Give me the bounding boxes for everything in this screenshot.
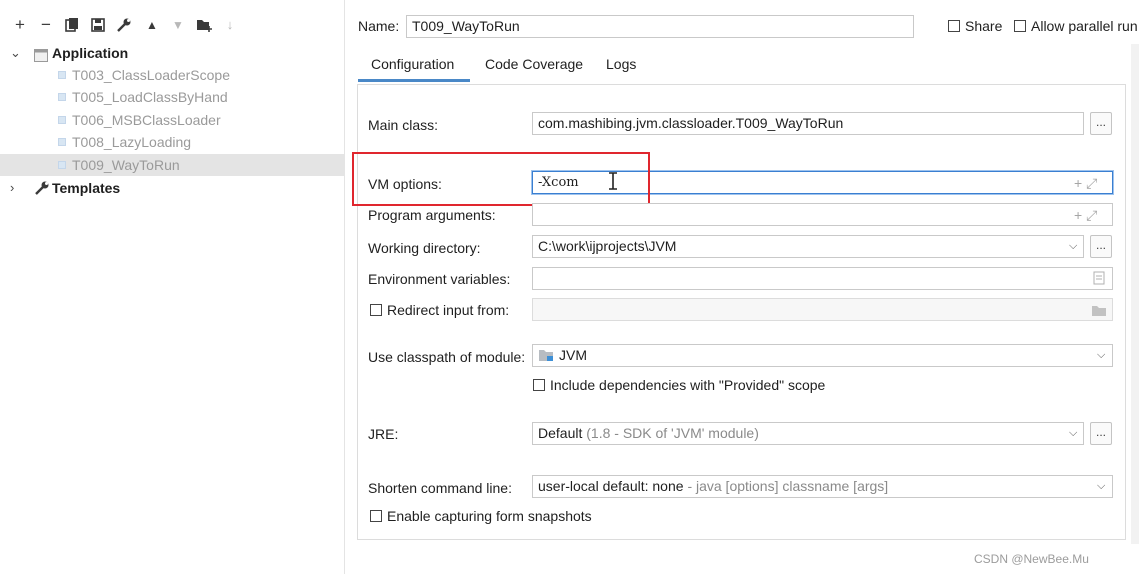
- chevron-down-icon[interactable]: ⌵: [1069, 427, 1077, 440]
- classpath-module-dropdown[interactable]: JVM: [532, 344, 1113, 367]
- allow-parallel-run-checkbox[interactable]: [1014, 20, 1026, 32]
- include-dependencies-checkbox[interactable]: [533, 379, 545, 391]
- run-config-icon: [57, 137, 67, 147]
- jre-dropdown[interactable]: Default (1.8 - SDK of 'JVM' module): [532, 422, 1084, 445]
- tree-item-t008[interactable]: T008_LazyLoading: [0, 131, 344, 153]
- allow-parallel-run-label: Allow parallel run: [1031, 18, 1138, 34]
- tree-item-t003[interactable]: T003_ClassLoaderScope: [0, 64, 344, 86]
- save-icon[interactable]: [88, 14, 108, 36]
- enable-capturing-snapshots-checkbox[interactable]: [370, 510, 382, 522]
- program-arguments-input[interactable]: [532, 203, 1113, 226]
- tree-label-application: Application: [52, 45, 129, 61]
- wrench-icon: [34, 180, 50, 202]
- tree-item-label: T009_WayToRun: [72, 157, 180, 173]
- redirect-input-checkbox[interactable]: [370, 304, 382, 316]
- scrollbar[interactable]: [1131, 44, 1139, 544]
- program-arguments-label: Program arguments:: [368, 207, 496, 223]
- tab-configuration[interactable]: Configuration: [371, 56, 454, 72]
- run-config-icon: [57, 92, 67, 102]
- classpath-module-label: Use classpath of module:: [368, 349, 526, 365]
- shorten-command-line-dropdown[interactable]: user-local default: none - java [options…: [532, 475, 1113, 498]
- jre-value: Default: [538, 425, 583, 441]
- tree-item-label: T003_ClassLoaderScope: [72, 67, 230, 83]
- module-folder-icon: [538, 349, 554, 365]
- edit-env-vars-icon[interactable]: [1093, 271, 1105, 288]
- sort-icon[interactable]: ↓: [220, 14, 240, 36]
- tree-node-application[interactable]: ⌄ Application: [0, 42, 344, 64]
- remove-icon[interactable]: −: [36, 14, 56, 36]
- name-label: Name:: [358, 18, 400, 34]
- tab-code-coverage[interactable]: Code Coverage: [485, 56, 583, 72]
- working-directory-input[interactable]: C:\work\ijprojects\JVM: [532, 235, 1084, 258]
- tree-node-templates[interactable]: › Templates: [0, 177, 344, 199]
- watermark: CSDN @NewBee.Mu: [974, 552, 1089, 566]
- run-config-icon: [57, 160, 67, 170]
- working-directory-browse-button[interactable]: ...: [1090, 235, 1112, 258]
- jre-hint: (1.8 - SDK of 'JVM' module): [586, 425, 759, 441]
- move-up-icon[interactable]: ▲: [142, 14, 162, 36]
- tree-item-t005[interactable]: T005_LoadClassByHand: [0, 86, 344, 108]
- expand-field-icon[interactable]: + ⤢: [1074, 176, 1097, 190]
- run-config-icon: [57, 70, 67, 80]
- name-input[interactable]: T009_WayToRun: [406, 15, 914, 38]
- share-checkbox[interactable]: [948, 20, 960, 32]
- chevron-down-icon[interactable]: ⌵: [1069, 240, 1077, 253]
- chevron-right-icon[interactable]: ›: [10, 177, 24, 199]
- main-class-browse-button[interactable]: ...: [1090, 112, 1112, 135]
- copy-icon[interactable]: [62, 14, 82, 36]
- environment-variables-input[interactable]: [532, 267, 1113, 290]
- jre-label: JRE:: [368, 426, 399, 442]
- main-class-input[interactable]: com.mashibing.jvm.classloader.T009_WayTo…: [532, 112, 1084, 135]
- include-dependencies-label: Include dependencies with "Provided" sco…: [550, 377, 826, 393]
- active-tab-underline: [358, 79, 470, 82]
- highlight-annotation-box: [352, 152, 650, 206]
- run-config-editor: Name: T009_WayToRun Share Allow parallel…: [344, 0, 1143, 574]
- tree-label-templates: Templates: [52, 180, 121, 196]
- tree-item-t009-selected[interactable]: T009_WayToRun: [0, 154, 344, 176]
- enable-capturing-snapshots-label: Enable capturing form snapshots: [387, 508, 592, 524]
- tree-item-label: T008_LazyLoading: [72, 134, 192, 150]
- move-down-icon[interactable]: ▼: [168, 14, 188, 36]
- redirect-input-field[interactable]: [532, 298, 1113, 321]
- run-config-tree-panel: + − ▲ ▼ ↓ ⌄ Application T003_ClassLoader…: [0, 0, 345, 574]
- shorten-hint: - java [options] classname [args]: [687, 478, 889, 494]
- add-icon[interactable]: +: [10, 14, 30, 36]
- shorten-value: user-local default: none: [538, 478, 684, 494]
- run-config-icon: [57, 115, 67, 125]
- tree-item-t006[interactable]: T006_MSBClassLoader: [0, 109, 344, 131]
- chevron-down-icon[interactable]: ⌵: [1097, 480, 1105, 493]
- chevron-down-icon[interactable]: ⌄: [10, 42, 24, 64]
- tree-item-label: T006_MSBClassLoader: [72, 112, 221, 128]
- shorten-command-line-label: Shorten command line:: [368, 480, 512, 496]
- edit-templates-icon[interactable]: [114, 14, 134, 36]
- main-class-label: Main class:: [368, 117, 439, 133]
- expand-field-icon[interactable]: + ⤢: [1074, 208, 1097, 222]
- working-directory-label: Working directory:: [368, 240, 481, 256]
- tab-logs[interactable]: Logs: [606, 56, 636, 72]
- new-folder-icon[interactable]: [194, 14, 214, 36]
- chevron-down-icon[interactable]: ⌵: [1097, 349, 1105, 362]
- share-label: Share: [965, 18, 1003, 34]
- tree-item-label: T005_LoadClassByHand: [72, 89, 228, 105]
- redirect-input-label: Redirect input from:: [387, 302, 510, 318]
- environment-variables-label: Environment variables:: [368, 271, 511, 287]
- jre-browse-button[interactable]: ...: [1090, 422, 1112, 445]
- folder-icon[interactable]: [1091, 304, 1107, 320]
